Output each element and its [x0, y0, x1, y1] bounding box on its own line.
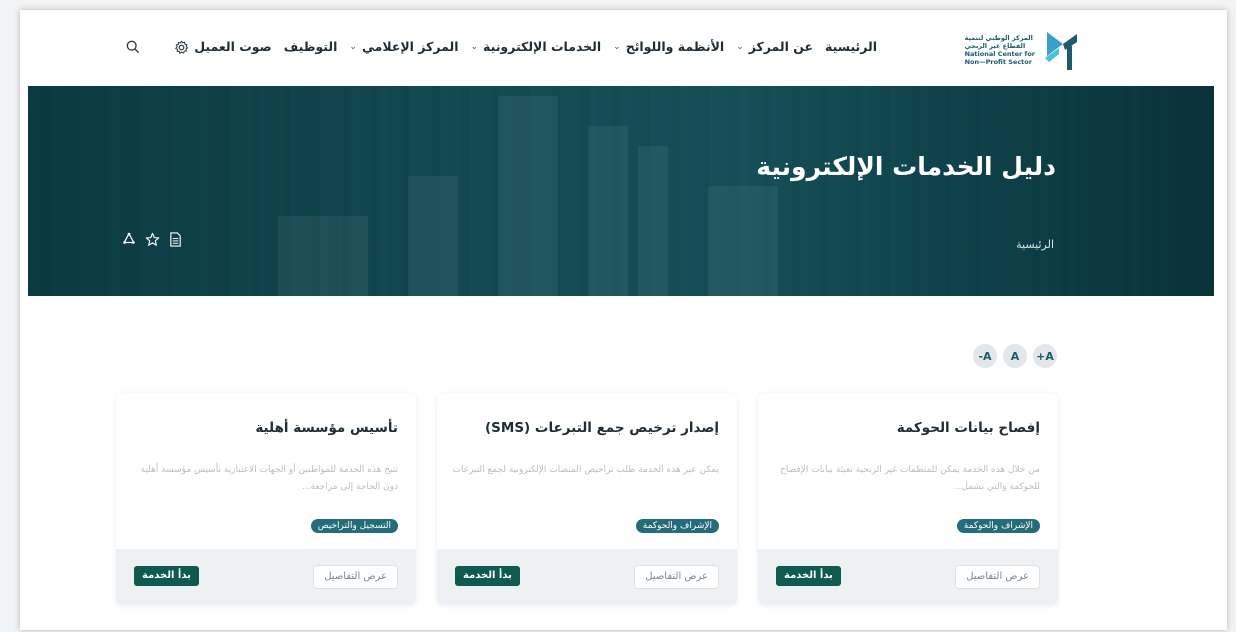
font-decrease-button[interactable]: A- [973, 344, 997, 368]
page: المركز الوطني لتنمية القطاع غير الربحي N… [20, 10, 1227, 630]
chevron-down-icon: ⌄ [470, 41, 479, 52]
nav-item-label: عن المركز [748, 39, 814, 54]
nav-item-media-center[interactable]: المركز الإعلامي ⌄ [349, 39, 458, 54]
logo-en-line2: Non—Profit Sector [964, 58, 1032, 66]
start-service-button[interactable]: بدأ الخدمة [776, 566, 841, 586]
logo-ar-line2: القطاع غير الربحي [964, 42, 1026, 50]
service-card: تأسيس مؤسسة أهلية تتيح هذه الخدمة للمواط… [116, 393, 416, 605]
page-title: دليل الخدمات الإلكترونية [756, 152, 1056, 181]
card-footer: عرض التفاصيل بدأ الخدمة [116, 549, 416, 605]
logo-en-line1: National Center for [964, 50, 1035, 58]
main-nav: الرئيسية عن المركز ⌄ الأنظمة واللوائح ⌄ … [194, 39, 877, 54]
nav-item-regulations[interactable]: الأنظمة واللوائح ⌄ [613, 39, 724, 54]
card-footer: عرض التفاصيل بدأ الخدمة [758, 549, 1058, 605]
category-badge[interactable]: التسجيل والتراخيص [310, 519, 398, 533]
document-icon[interactable] [169, 232, 182, 251]
share-icon[interactable] [122, 232, 136, 251]
logo-mark-icon [1045, 32, 1077, 70]
hero-bg-building [708, 186, 778, 296]
card-body: إفصاح بيانات الحوكمة من خلال هذه الخدمة … [758, 393, 1058, 550]
search-icon[interactable] [124, 38, 142, 56]
gear-icon-svg [174, 40, 188, 54]
nav-item-label: التوظيف [283, 39, 338, 54]
hero-bg-building [278, 216, 368, 296]
nav-item-label: الأنظمة واللوائح [625, 39, 725, 54]
card-description: يمكن عبر هذه الخدمة طلب تراخيص المنصات ا… [452, 465, 719, 475]
view-details-button[interactable]: عرض التفاصيل [313, 565, 398, 589]
star-icon-svg [145, 232, 160, 246]
hero-banner: دليل الخدمات الإلكترونية الرئيسية [28, 86, 1214, 296]
start-service-button[interactable]: بدأ الخدمة [134, 566, 199, 586]
service-card: إفصاح بيانات الحوكمة من خلال هذه الخدمة … [758, 393, 1058, 605]
card-body: تأسيس مؤسسة أهلية تتيح هذه الخدمة للمواط… [116, 393, 416, 550]
hero-bg-building [408, 176, 458, 296]
hero-bg-building [588, 126, 628, 296]
nav-item-careers[interactable]: التوظيف [284, 39, 338, 54]
chevron-down-icon: ⌄ [613, 41, 621, 52]
document-icon-svg [170, 232, 181, 247]
start-service-button[interactable]: بدأ الخدمة [455, 566, 520, 586]
star-icon[interactable] [145, 232, 160, 251]
chevron-down-icon: ⌄ [736, 41, 744, 52]
font-size-controls: A+ A A- [973, 344, 1057, 368]
hero-bg-building [498, 96, 558, 296]
nav-item-customer-voice[interactable]: صوت العميل [194, 39, 272, 54]
nav-item-label: الرئيسية [825, 39, 877, 54]
nav-item-home[interactable]: الرئيسية [825, 39, 877, 54]
view-details-button[interactable]: عرض التفاصيل [955, 565, 1040, 589]
gear-icon[interactable] [172, 38, 190, 56]
card-title[interactable]: تأسيس مؤسسة أهلية [255, 420, 398, 436]
card-description: تتيح هذه الخدمة للمواطنين أو الجهات الاع… [140, 465, 398, 492]
category-badge[interactable]: الإشراف والحوكمة [956, 519, 1040, 533]
font-increase-button[interactable]: A+ [1033, 344, 1057, 368]
service-card: إصدار ترخيص جمع التبرعات (SMS) يمكن عبر … [437, 393, 737, 605]
hero-actions [122, 232, 182, 251]
card-footer: عرض التفاصيل بدأ الخدمة [437, 549, 737, 605]
card-body: إصدار ترخيص جمع التبرعات (SMS) يمكن عبر … [437, 393, 737, 550]
site-header: المركز الوطني لتنمية القطاع غير الربحي N… [20, 10, 1227, 86]
chevron-down-icon: ⌄ [349, 41, 357, 52]
category-badge[interactable]: الإشراف والحوكمة [635, 519, 719, 533]
hero-bg-building [638, 146, 668, 296]
site-logo[interactable]: المركز الوطني لتنمية القطاع غير الربحي N… [939, 24, 1079, 76]
nav-item-about[interactable]: عن المركز ⌄ [736, 39, 813, 54]
nav-item-label: الخدمات الإلكترونية [483, 39, 602, 54]
nav-item-label: المركز الإعلامي [361, 39, 459, 54]
font-reset-button[interactable]: A [1003, 344, 1027, 368]
nav-item-label: صوت العميل [194, 39, 272, 54]
share-icon-svg [123, 232, 135, 244]
card-title[interactable]: إفصاح بيانات الحوكمة [897, 420, 1040, 436]
card-description: من خلال هذه الخدمة يمكن للمنظمات غير الر… [780, 465, 1040, 492]
logo-ar-line1: المركز الوطني لتنمية [964, 34, 1033, 42]
breadcrumb-home[interactable]: الرئيسية [1016, 238, 1054, 251]
logo-text: المركز الوطني لتنمية القطاع غير الربحي N… [965, 34, 1035, 66]
view-details-button[interactable]: عرض التفاصيل [634, 565, 719, 589]
card-title[interactable]: إصدار ترخيص جمع التبرعات (SMS) [485, 420, 719, 436]
search-icon-svg [126, 40, 140, 54]
screenshot-frame: المركز الوطني لتنمية القطاع غير الربحي N… [0, 0, 1236, 632]
nav-item-eservices[interactable]: الخدمات الإلكترونية ⌄ [470, 39, 601, 54]
